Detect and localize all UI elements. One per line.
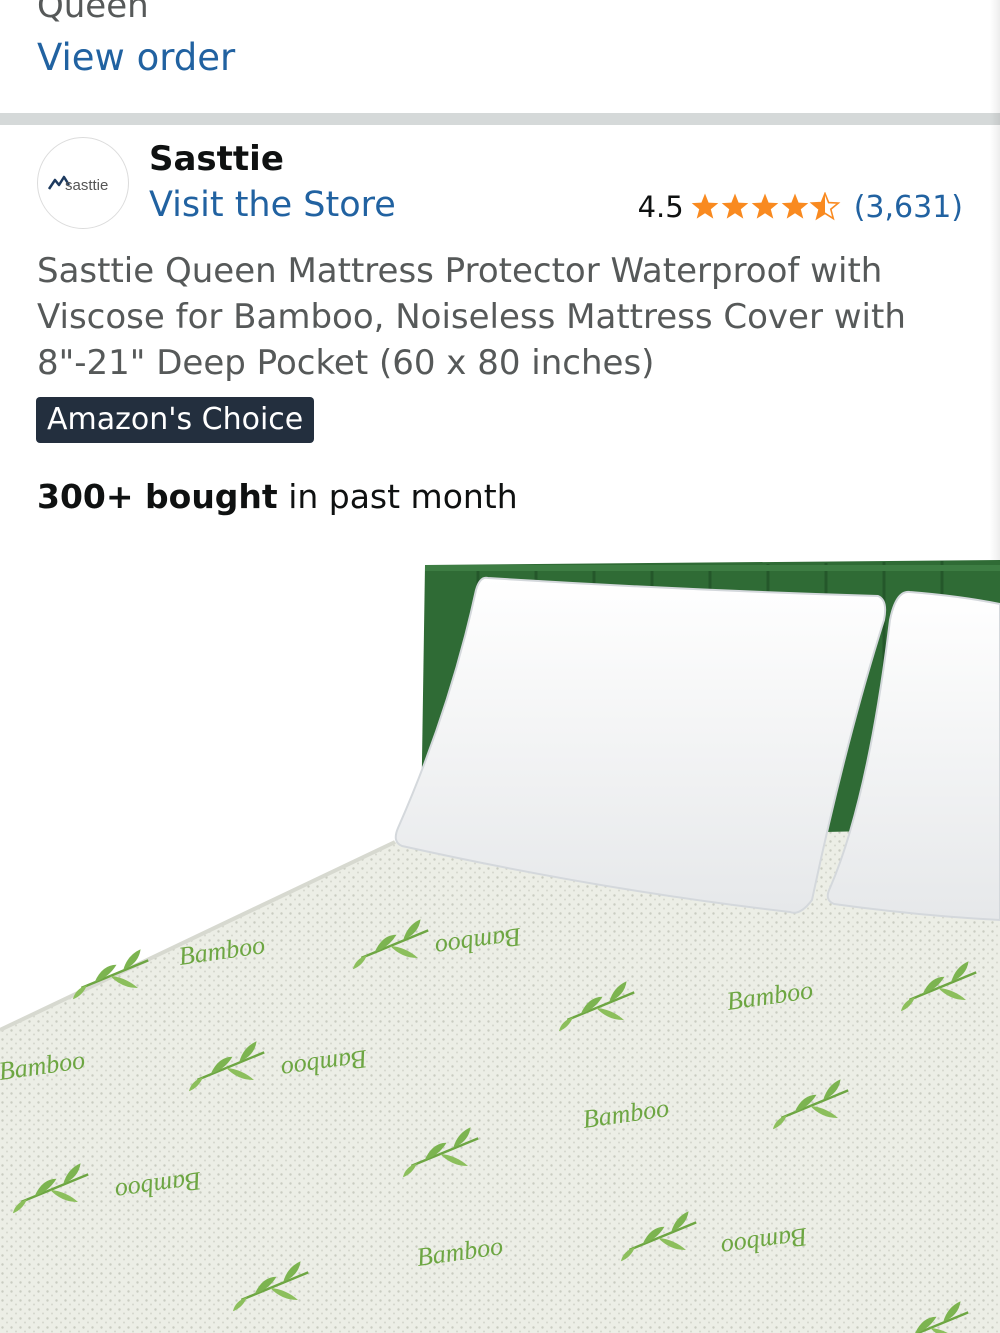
rating-value: 4.5 xyxy=(637,190,684,224)
star-full-icon xyxy=(721,193,749,219)
brand-name: Sasttie xyxy=(149,139,284,179)
star-full-icon xyxy=(691,193,719,219)
bought-period: in past month xyxy=(277,477,518,516)
visit-store-link[interactable]: Visit the Store xyxy=(149,184,396,226)
star-half-icon xyxy=(810,192,839,220)
bought-in-past-month: 300+ bought in past month xyxy=(37,475,518,519)
star-rating xyxy=(690,192,842,222)
edge-shadow xyxy=(990,0,1000,560)
previous-order-variant: Queen xyxy=(37,0,149,26)
star-full-icon xyxy=(781,193,809,219)
brand-logo[interactable]: sasttie xyxy=(37,137,129,229)
sasttie-logo-icon: sasttie xyxy=(47,175,108,194)
bought-count: 300+ bought xyxy=(37,477,278,516)
section-divider xyxy=(0,113,1000,125)
rating-count-link[interactable]: (3,631) xyxy=(854,190,963,225)
product-title[interactable]: Sasttie Queen Mattress Protector Waterpr… xyxy=(37,248,937,386)
amazons-choice-badge: Amazon's Choice xyxy=(36,397,315,443)
rating-summary[interactable]: 4.5 (3,631) xyxy=(638,186,963,228)
product-image[interactable]: Bamboo Bamboo Bamboo Bamboo Bamboo Bambo… xyxy=(0,560,1000,1333)
product-page: Queen View order sasttie Sasttie Visit t… xyxy=(0,0,1000,1333)
view-order-link[interactable]: View order xyxy=(37,36,235,80)
logo-text: sasttie xyxy=(65,177,108,194)
stars-icon xyxy=(691,192,839,220)
star-full-icon xyxy=(751,193,779,219)
